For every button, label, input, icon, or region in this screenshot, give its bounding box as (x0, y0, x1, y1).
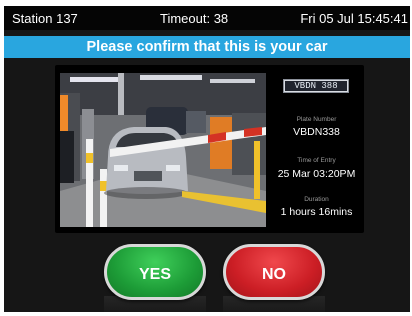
yes-button[interactable]: YES (104, 244, 206, 300)
vehicle-info-panel: VBDN 388 Plate Number VBDN338 Time of En… (55, 65, 364, 233)
parking-garage-image (60, 73, 266, 227)
plate-image-text: VBDN 388 (285, 81, 347, 91)
duration-value: 1 hours 16mins (280, 206, 353, 218)
confirm-banner: Please confirm that this is your car (4, 36, 410, 58)
plate-number-label: Plate Number (296, 116, 337, 123)
entry-time-label: Time of Entry (297, 157, 336, 164)
header-bar: Station 137 Timeout: 38 Fri 05 Jul 15:45… (4, 6, 410, 30)
kiosk-screen: Station 137 Timeout: 38 Fri 05 Jul 15:45… (4, 6, 410, 312)
timeout-counter: Timeout: 38 (160, 11, 229, 26)
station-label: Station 137 (12, 11, 78, 26)
car-photo (60, 73, 266, 227)
plate-image: VBDN 388 (283, 79, 349, 93)
plate-number-value: VBDN338 (293, 126, 340, 138)
duration-label: Duration (304, 196, 329, 203)
entry-time-value: 25 Mar 03:20PM (277, 168, 356, 180)
no-button[interactable]: NO (223, 244, 325, 300)
datetime-display: Fri 05 Jul 15:45:41 (300, 11, 408, 26)
